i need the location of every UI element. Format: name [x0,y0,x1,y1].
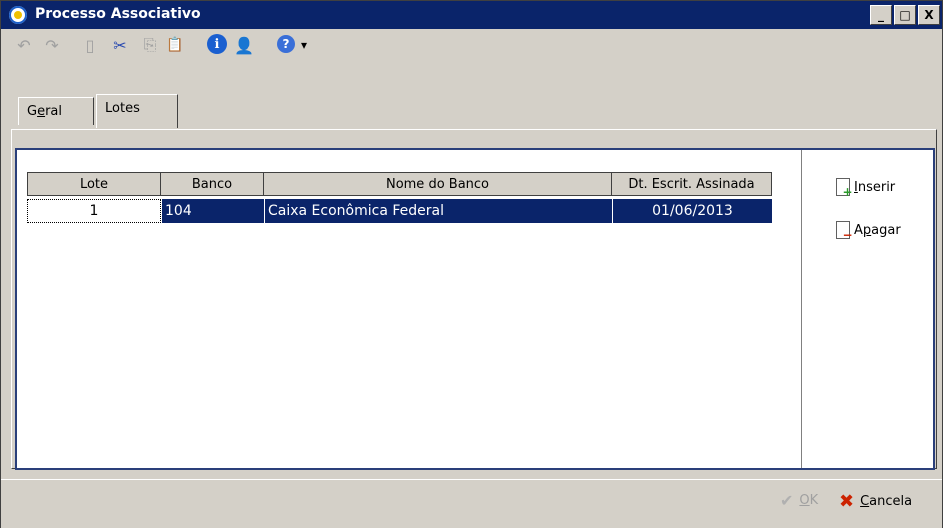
column-header-banco[interactable]: Banco [161,172,264,196]
ok-button[interactable]: ✔ OK [780,491,818,510]
inserir-button[interactable]: + Inserir [836,178,895,198]
new-document-icon[interactable]: ▯ [79,35,101,55]
apagar-button[interactable]: − Apagar [836,221,901,241]
column-header-nome-do-banco[interactable]: Nome do Banco [264,172,612,196]
lotes-grid[interactable]: Lote Banco Nome do Banco Dt. Escrit. Ass… [15,148,935,470]
grid-area [17,150,802,468]
cell-banco[interactable]: 104 [161,199,264,223]
title-bar[interactable]: Processo Associativo _ □ X [1,1,942,29]
cut-icon[interactable]: ✂ [109,35,131,55]
dialog-window: Processo Associativo _ □ X ↶ ↷ ▯ ✂ ⎘ 📋 ℹ… [0,0,943,528]
maximize-button[interactable]: □ [894,5,916,25]
insert-document-icon: + [836,178,853,198]
copy-icon[interactable]: ⎘ [139,35,161,55]
checkmark-icon: ✔ [780,491,794,510]
column-header-dt-escrit-assinada[interactable]: Dt. Escrit. Assinada [612,172,772,196]
tab-lotes[interactable]: Lotes [96,94,178,128]
window-title: Processo Associativo [35,6,201,22]
redo-icon[interactable]: ↷ [41,35,63,55]
close-button[interactable]: X [918,5,940,25]
cancel-x-icon: ✖ [839,491,855,512]
user-icon[interactable]: 👤 [233,35,255,55]
toolbar: ↶ ↷ ▯ ✂ ⎘ 📋 ℹ 👤 ? ▾ [1,29,942,61]
cell-nome-do-banco[interactable]: Caixa Econômica Federal [264,199,612,223]
table-row[interactable]: 1 104 Caixa Econômica Federal 01/06/2013 [27,199,772,223]
cell-lote[interactable]: 1 [27,199,161,223]
app-icon [9,6,27,24]
cell-dt-escrit-assinada[interactable]: 01/06/2013 [612,199,772,223]
paste-icon[interactable]: 📋 [164,35,186,55]
grid-header: Lote Banco Nome do Banco Dt. Escrit. Ass… [27,172,772,196]
tab-geral[interactable]: Geral [18,97,94,125]
column-header-lote[interactable]: Lote [27,172,161,196]
minimize-button[interactable]: _ [870,5,892,25]
delete-document-icon: − [836,221,853,241]
dropdown-arrow-icon[interactable]: ▾ [293,35,315,55]
undo-icon[interactable]: ↶ [13,35,35,55]
cancela-button[interactable]: ✖ Cancela [839,491,912,512]
info-icon[interactable]: ℹ [207,34,227,54]
